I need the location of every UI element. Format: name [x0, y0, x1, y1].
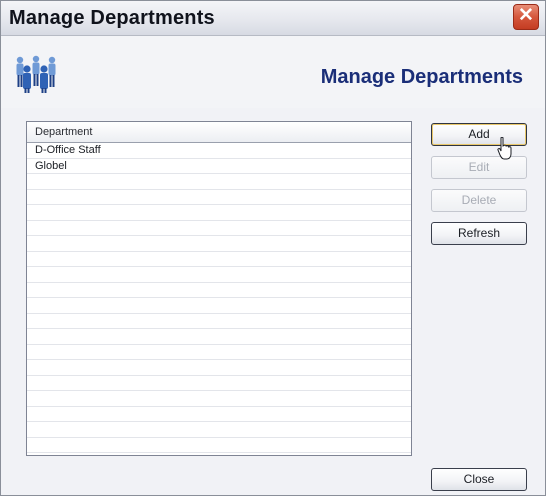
empty-row [27, 252, 411, 267]
banner-title: Manage Departments [320, 66, 523, 88]
close-window-button[interactable]: ✕ [513, 4, 539, 30]
people-icon [16, 55, 56, 93]
empty-row [27, 174, 411, 190]
empty-row [27, 236, 411, 252]
list-rows: D-Office Staff Globel [27, 143, 411, 453]
empty-row [27, 422, 411, 438]
manage-departments-window: Manage Departments ✕ Manage Departments … [0, 0, 546, 496]
list-item[interactable]: D-Office Staff [27, 143, 411, 159]
departments-list[interactable]: Department D-Office Staff Globel [26, 121, 412, 456]
empty-row [27, 407, 411, 422]
window-title: Manage Departments [9, 7, 215, 29]
empty-row [27, 391, 411, 407]
empty-row [27, 205, 411, 221]
refresh-button[interactable]: Refresh [431, 222, 527, 245]
mouse-pointer-icon [497, 137, 512, 160]
column-header-department[interactable]: Department [27, 122, 411, 143]
empty-row [27, 298, 411, 314]
close-button[interactable]: Close [431, 468, 527, 491]
empty-row [27, 345, 411, 360]
title-bar[interactable]: Manage Departments ✕ [1, 1, 545, 36]
empty-row [27, 329, 411, 345]
empty-row [27, 221, 411, 236]
delete-button[interactable]: Delete [431, 189, 527, 212]
empty-row [27, 376, 411, 391]
close-icon: ✕ [518, 5, 534, 26]
empty-row [27, 267, 411, 283]
empty-row [27, 314, 411, 329]
empty-row [27, 190, 411, 205]
header-banner: Manage Departments [1, 36, 545, 108]
empty-row [27, 360, 411, 376]
empty-row [27, 283, 411, 298]
list-item[interactable]: Globel [27, 159, 411, 174]
empty-row [27, 438, 411, 453]
